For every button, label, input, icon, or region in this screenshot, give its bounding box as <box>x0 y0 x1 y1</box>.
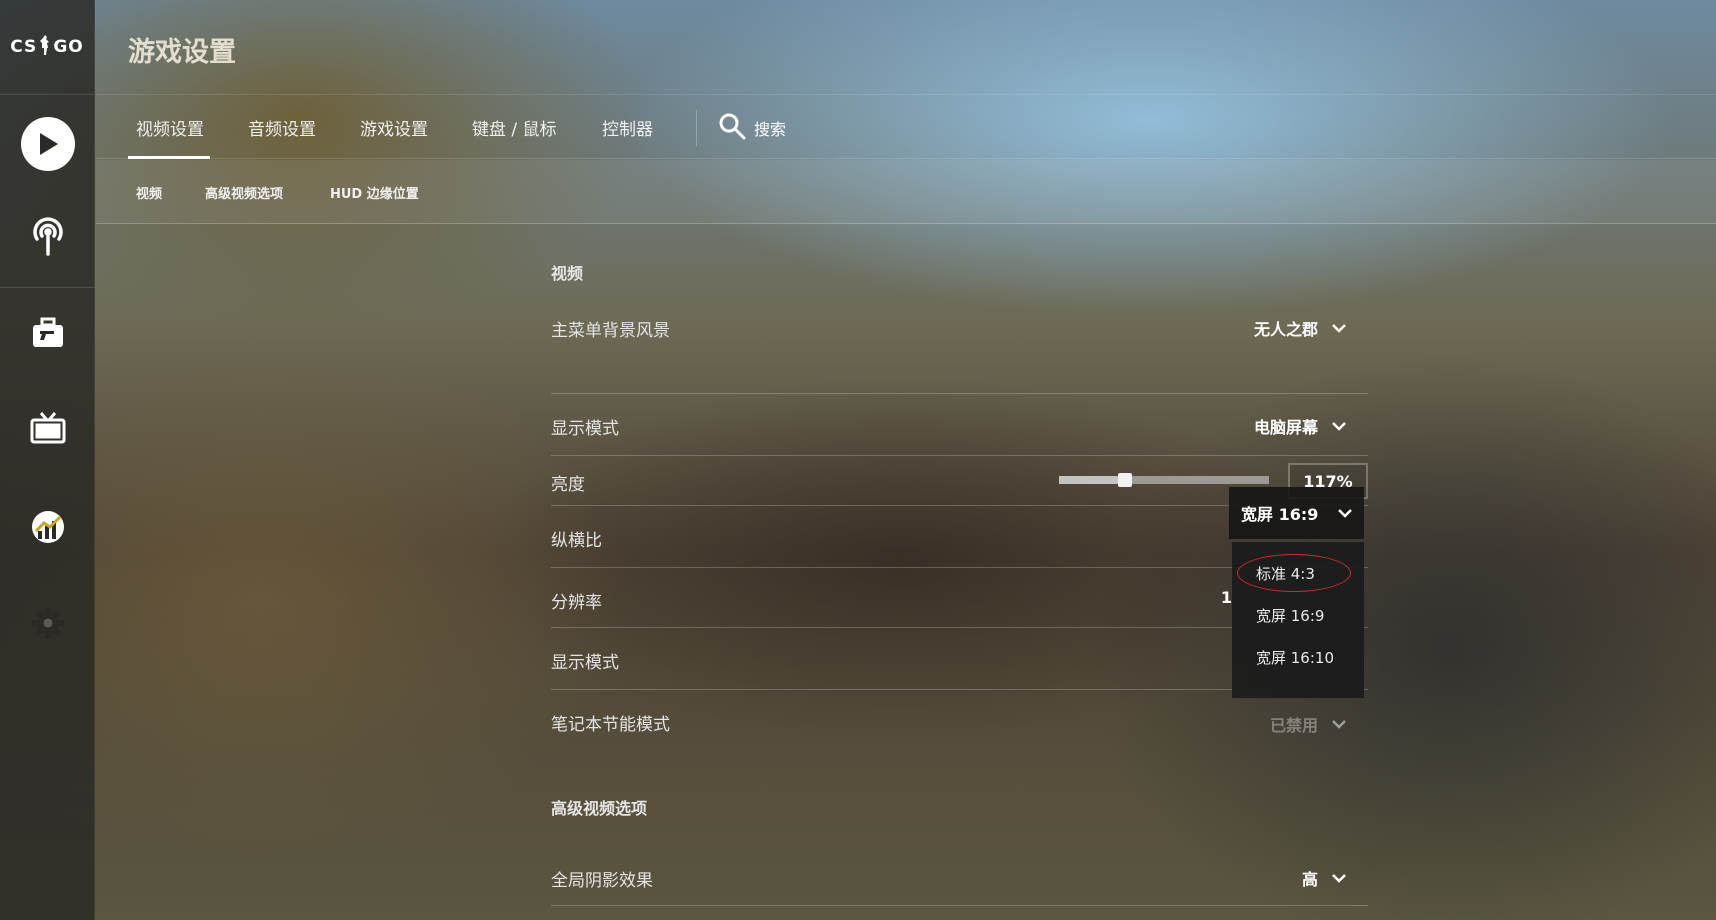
brightness-slider[interactable] <box>1059 473 1269 487</box>
subtab-advanced-video[interactable]: 高级视频选项 <box>205 160 283 224</box>
aspect-ratio-options: 标准 4:3 宽屏 16:9 宽屏 16:10 <box>1232 542 1364 698</box>
setting-label: 纵横比 <box>551 531 602 551</box>
aspect-option-4-3[interactable]: 标准 4:3 <box>1232 552 1364 594</box>
dropdown-value: 无人之郡 <box>1253 320 1318 339</box>
chevron-down-icon <box>1332 324 1346 333</box>
aspect-option-16-9[interactable]: 宽屏 16:9 <box>1232 594 1364 636</box>
setting-row-laptop-power: 笔记本节能模式 已禁用 <box>551 690 1368 752</box>
page-header: 游戏设置 <box>96 0 1716 95</box>
tab-controller[interactable]: 控制器 <box>602 96 653 159</box>
option-label: 宽屏 16:10 <box>1256 648 1334 667</box>
page-title: 游戏设置 <box>128 37 236 68</box>
sidebar-divider <box>0 287 95 288</box>
tab-video-settings[interactable]: 视频设置 <box>128 96 210 159</box>
aspect-option-16-10[interactable]: 宽屏 16:10 <box>1232 636 1364 678</box>
dropdown-value: 电脑屏幕 <box>1253 418 1318 437</box>
main-sidebar: CS GO <box>0 0 95 920</box>
section-title-video: 视频 <box>551 264 584 283</box>
slider-fill <box>1059 476 1125 484</box>
option-label: 宽屏 16:9 <box>1256 606 1325 625</box>
global-shadow-dropdown[interactable]: 高 <box>1302 866 1346 890</box>
stats-chart-icon <box>30 509 66 549</box>
settings-subtabbar: 视频 高级视频选项 HUD 边缘位置 <box>96 160 1716 224</box>
chevron-down-icon <box>1332 720 1346 729</box>
tab-game-settings[interactable]: 游戏设置 <box>360 96 428 159</box>
broadcast-button[interactable] <box>0 203 95 273</box>
csgo-logo[interactable]: CS GO <box>0 0 94 95</box>
tab-audio-settings[interactable]: 音频设置 <box>248 96 316 159</box>
subtab-hud-edge[interactable]: HUD 边缘位置 <box>330 160 419 224</box>
search-label: 搜索 <box>754 119 787 139</box>
chevron-down-icon <box>1332 874 1346 883</box>
display-mode-dropdown[interactable]: 电脑屏幕 <box>1254 414 1346 438</box>
stats-button[interactable] <box>0 494 95 564</box>
chevron-down-icon <box>1338 509 1352 518</box>
logo-text-left: CS <box>10 37 38 57</box>
dropdown-value: 宽屏 16:9 <box>1241 505 1319 524</box>
chevron-down-icon <box>1332 422 1346 431</box>
setting-label: 显示模式 <box>551 419 619 439</box>
logo-figure-icon <box>38 34 52 61</box>
tabbar-divider <box>696 110 697 146</box>
setting-label: 笔记本节能模式 <box>551 715 670 735</box>
logo-text-right: GO <box>53 37 84 57</box>
settings-tabbar: 视频设置 音频设置 游戏设置 键盘 / 鼠标 控制器 搜索 <box>96 96 1716 159</box>
briefcase-icon <box>31 317 65 353</box>
play-button[interactable] <box>0 109 95 179</box>
dropdown-value: 高 <box>1301 870 1318 889</box>
laptop-power-dropdown[interactable]: 已禁用 <box>1270 712 1346 736</box>
gear-icon <box>31 606 65 644</box>
play-icon <box>20 117 75 171</box>
search-icon <box>718 112 746 144</box>
setting-row-display-mode: 显示模式 电脑屏幕 <box>551 394 1368 456</box>
tv-icon <box>30 411 66 451</box>
watch-button[interactable] <box>0 396 95 466</box>
broadcast-icon <box>29 215 67 261</box>
setting-label: 全局阴影效果 <box>551 871 653 891</box>
setting-label: 主菜单背景风景 <box>551 321 670 341</box>
setting-row-menu-background: 主菜单背景风景 无人之郡 <box>551 290 1368 394</box>
menu-background-dropdown[interactable]: 无人之郡 <box>1254 316 1346 340</box>
setting-label: 显示模式 <box>551 653 619 673</box>
inventory-button[interactable] <box>0 300 95 370</box>
highlight-ring <box>1237 554 1351 592</box>
dropdown-value: 已禁用 <box>1269 716 1318 735</box>
setting-label: 分辨率 <box>551 593 602 613</box>
slider-handle[interactable] <box>1118 473 1132 487</box>
settings-button[interactable] <box>0 590 95 660</box>
tab-keyboard-mouse[interactable]: 键盘 / 鼠标 <box>472 96 557 159</box>
dropdown-value: 1 <box>1220 588 1232 607</box>
subtab-video[interactable]: 视频 <box>136 160 162 224</box>
aspect-ratio-dropdown[interactable]: 宽屏 16:9 <box>1229 487 1364 539</box>
section-title-advanced: 高级视频选项 <box>551 799 648 818</box>
search-button[interactable]: 搜索 <box>718 96 786 159</box>
setting-label: 亮度 <box>551 475 585 495</box>
resolution-dropdown[interactable]: 1 <box>1221 588 1232 607</box>
setting-row-global-shadow: 全局阴影效果 高 <box>551 824 1368 906</box>
